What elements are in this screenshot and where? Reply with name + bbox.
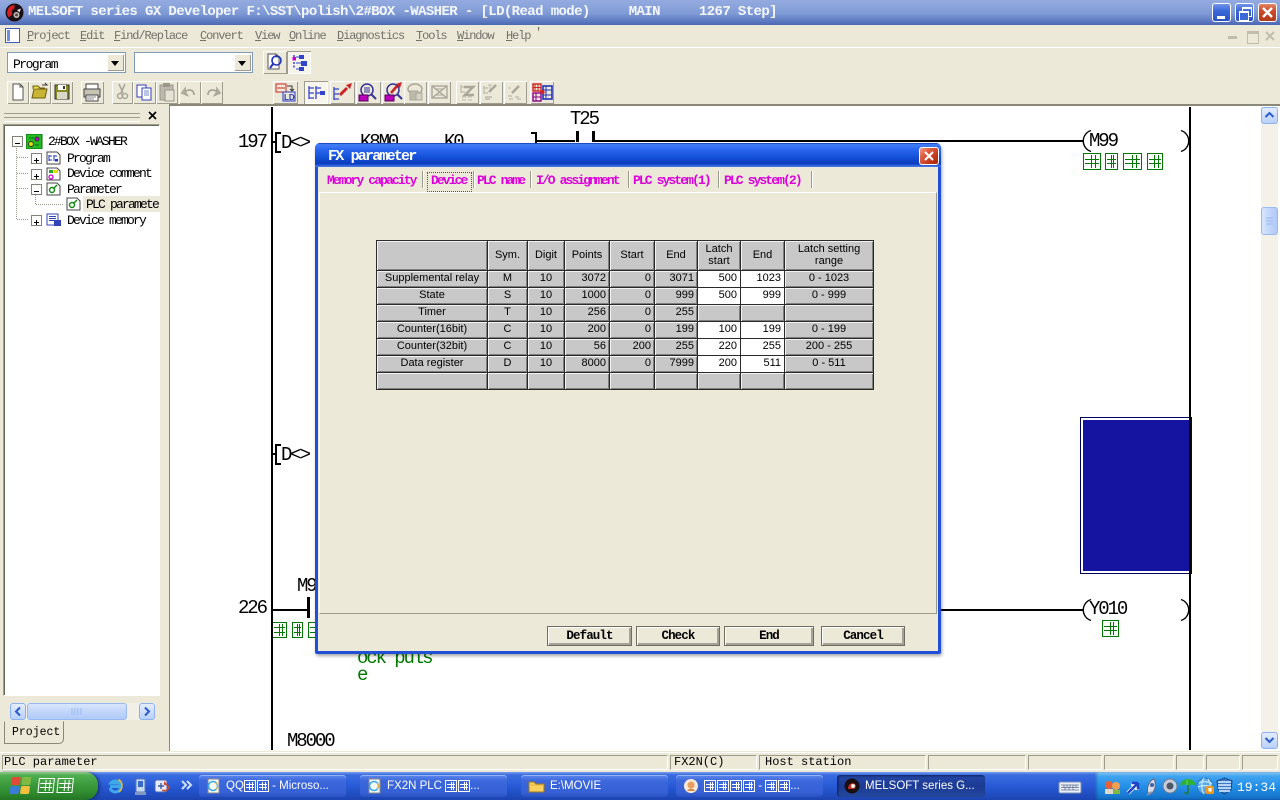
svg-text:LD: LD [284,93,295,102]
